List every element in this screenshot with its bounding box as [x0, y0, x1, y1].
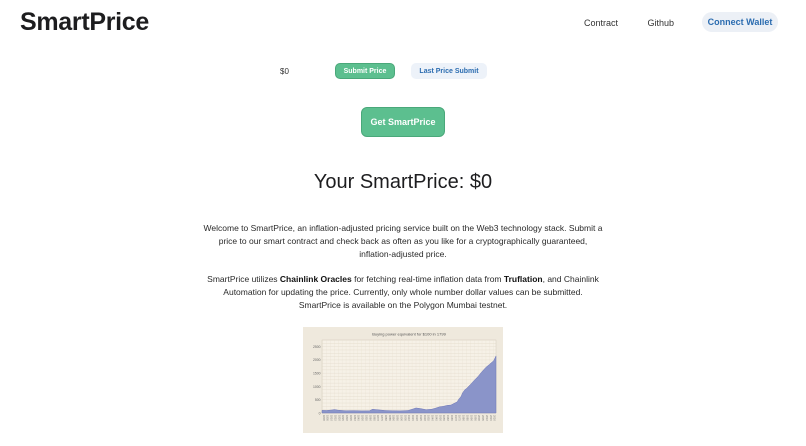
y-tick-label: 2500 — [313, 345, 321, 349]
buying-power-chart: Buying power equivalent for $100 in 1799… — [303, 327, 503, 433]
x-tick-label: 1965 — [450, 415, 454, 421]
x-tick-label: 1960 — [446, 415, 450, 421]
nav-link-contract[interactable]: Contract — [584, 18, 618, 28]
chart-canvas: Buying power equivalent for $100 in 1799… — [313, 332, 497, 422]
tech-paragraph: SmartPrice utilizes Chainlink Oracles fo… — [203, 273, 603, 311]
x-tick-label: 1995 — [473, 415, 477, 421]
x-tick-label: 1815 — [333, 415, 337, 421]
y-tick-label: 500 — [315, 398, 321, 402]
x-tick-label: 1890 — [392, 415, 396, 421]
x-tick-label: 1935 — [427, 415, 431, 421]
submit-price-button[interactable]: Submit Price — [335, 63, 395, 79]
chainlink-oracles-text: Chainlink Oracles — [279, 274, 352, 284]
x-tick-label: 1905 — [403, 415, 407, 421]
nav-link-github[interactable]: Github — [647, 18, 674, 28]
x-tick-label: 1920 — [415, 415, 419, 421]
x-tick-label: 1855 — [365, 415, 369, 421]
x-tick-label: 1910 — [407, 415, 411, 421]
x-tick-label: 1845 — [357, 415, 361, 421]
y-tick-label: 1000 — [313, 385, 321, 389]
last-price-submit-button[interactable]: Last Price Submit — [411, 63, 487, 79]
x-tick-label: 1895 — [396, 415, 400, 421]
x-tick-label: 1835 — [349, 415, 353, 421]
x-tick-label: 2020 — [493, 415, 497, 421]
x-tick-label: 1865 — [372, 415, 376, 421]
x-tick-label: 1985 — [465, 415, 469, 421]
brand-logo[interactable]: SmartPrice — [20, 8, 149, 37]
x-tick-label: 2015 — [489, 415, 493, 421]
tech-text: for fetching real-time inflation data fr… — [351, 274, 504, 284]
x-tick-label: 1825 — [341, 415, 345, 421]
get-smartprice-button[interactable]: Get SmartPrice — [361, 107, 445, 137]
x-tick-label: 1900 — [399, 415, 403, 421]
x-tick-label: 2005 — [481, 415, 485, 421]
x-tick-label: 1850 — [361, 415, 365, 421]
x-tick-label: 1975 — [458, 415, 462, 421]
x-tick-label: 1970 — [454, 415, 458, 421]
x-tick-label: 1800 — [322, 415, 326, 421]
x-tick-label: 1875 — [380, 415, 384, 421]
x-tick-label: 1830 — [345, 415, 349, 421]
x-tick-label: 1945 — [434, 415, 438, 421]
x-tick-label: 1950 — [438, 415, 442, 421]
y-tick-label: 1500 — [313, 371, 321, 375]
x-tick-label: 1980 — [462, 415, 466, 421]
x-tick-label: 1870 — [376, 415, 380, 421]
x-tick-label: 1925 — [419, 415, 423, 421]
smartprice-result: Your SmartPrice: $0 — [313, 171, 493, 193]
x-tick-label: 1885 — [388, 415, 392, 421]
x-tick-label: 1915 — [411, 415, 415, 421]
x-tick-label: 1840 — [353, 415, 357, 421]
price-input[interactable] — [276, 63, 336, 79]
x-tick-label: 1810 — [330, 415, 334, 421]
x-tick-label: 1990 — [469, 415, 473, 421]
truflation-text: Truflation — [503, 274, 543, 284]
intro-paragraph: Welcome to SmartPrice, an inflation-adju… — [203, 223, 603, 259]
x-tick-label: 2010 — [485, 415, 489, 421]
x-tick-label: 1880 — [384, 415, 388, 421]
y-tick-label: 0 — [319, 411, 321, 415]
tech-text: SmartPrice utilizes — [207, 274, 280, 284]
y-tick-label: 2000 — [313, 358, 321, 362]
x-tick-label: 2000 — [477, 415, 481, 421]
x-tick-label: 1860 — [368, 415, 372, 421]
connect-wallet-button[interactable]: Connect Wallet — [702, 12, 778, 32]
x-tick-label: 1940 — [431, 415, 435, 421]
x-tick-label: 1955 — [442, 415, 446, 421]
x-tick-label: 1820 — [337, 415, 341, 421]
x-tick-label: 1805 — [326, 415, 330, 421]
chart-title: Buying power equivalent for $100 in 1799 — [372, 332, 446, 337]
